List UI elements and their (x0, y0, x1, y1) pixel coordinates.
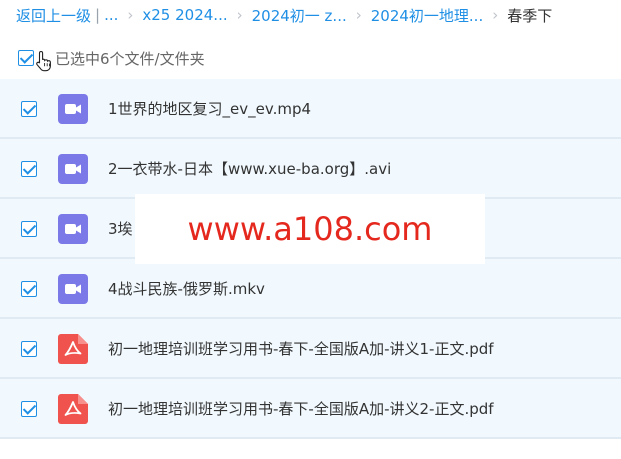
breadcrumb-item-2[interactable]: 2024初一 z... (252, 5, 347, 26)
breadcrumb-item-3[interactable]: 2024初一地理... (371, 5, 483, 26)
file-row[interactable]: 4战斗民族-俄罗斯.mkv (0, 259, 621, 319)
pdf-file-icon (58, 334, 88, 364)
file-name[interactable]: 4战斗民族-俄罗斯.mkv (108, 278, 265, 299)
selection-count-label: 已选中6个文件/文件夹 (55, 49, 205, 68)
selection-bar: 已选中6个文件/文件夹 (18, 44, 205, 72)
video-file-icon (58, 214, 88, 244)
chevron-right-icon: › (492, 6, 499, 24)
watermark: www.a108.com (135, 194, 485, 264)
file-name[interactable]: 2一衣带水-日本【www.xue-ba.org】.avi (108, 158, 391, 179)
video-file-icon (58, 154, 88, 184)
pdf-file-icon (58, 394, 88, 424)
file-name[interactable]: 3埃 (108, 218, 133, 239)
breadcrumb-item-1[interactable]: x25 2024... (142, 6, 227, 24)
file-name[interactable]: 初一地理培训班学习用书-春下-全国版A加-讲义2-正文.pdf (108, 398, 494, 419)
chevron-right-icon: › (355, 6, 362, 24)
file-name[interactable]: 初一地理培训班学习用书-春下-全国版A加-讲义1-正文.pdf (108, 338, 494, 359)
file-row[interactable]: 2一衣带水-日本【www.xue-ba.org】.avi (0, 139, 621, 199)
file-checkbox[interactable] (21, 161, 37, 177)
file-row[interactable]: 初一地理培训班学习用书-春下-全国版A加-讲义1-正文.pdf (0, 319, 621, 379)
chevron-right-icon: › (127, 6, 134, 24)
file-row[interactable]: 1世界的地区复习_ev_ev.mp4 (0, 79, 621, 139)
file-checkbox[interactable] (21, 221, 37, 237)
breadcrumb-divider: | (95, 6, 101, 24)
file-checkbox[interactable] (21, 281, 37, 297)
breadcrumb-current: 春季下 (507, 6, 553, 25)
video-file-icon (58, 94, 88, 124)
chevron-right-icon: › (236, 6, 243, 24)
file-row[interactable]: 初一地理培训班学习用书-春下-全国版A加-讲义2-正文.pdf (0, 379, 621, 439)
breadcrumb-ellipsis[interactable]: ... (104, 6, 118, 24)
back-link[interactable]: 返回上一级 (16, 5, 91, 26)
file-checkbox[interactable] (21, 341, 37, 357)
select-all-checkbox[interactable] (18, 50, 34, 66)
breadcrumb: 返回上一级 | ... › x25 2024... › 2024初一 z... … (16, 0, 552, 30)
file-checkbox[interactable] (21, 101, 37, 117)
hand-cursor-icon (36, 50, 51, 72)
file-name[interactable]: 1世界的地区复习_ev_ev.mp4 (108, 98, 311, 119)
video-file-icon (58, 274, 88, 304)
file-checkbox[interactable] (21, 401, 37, 417)
